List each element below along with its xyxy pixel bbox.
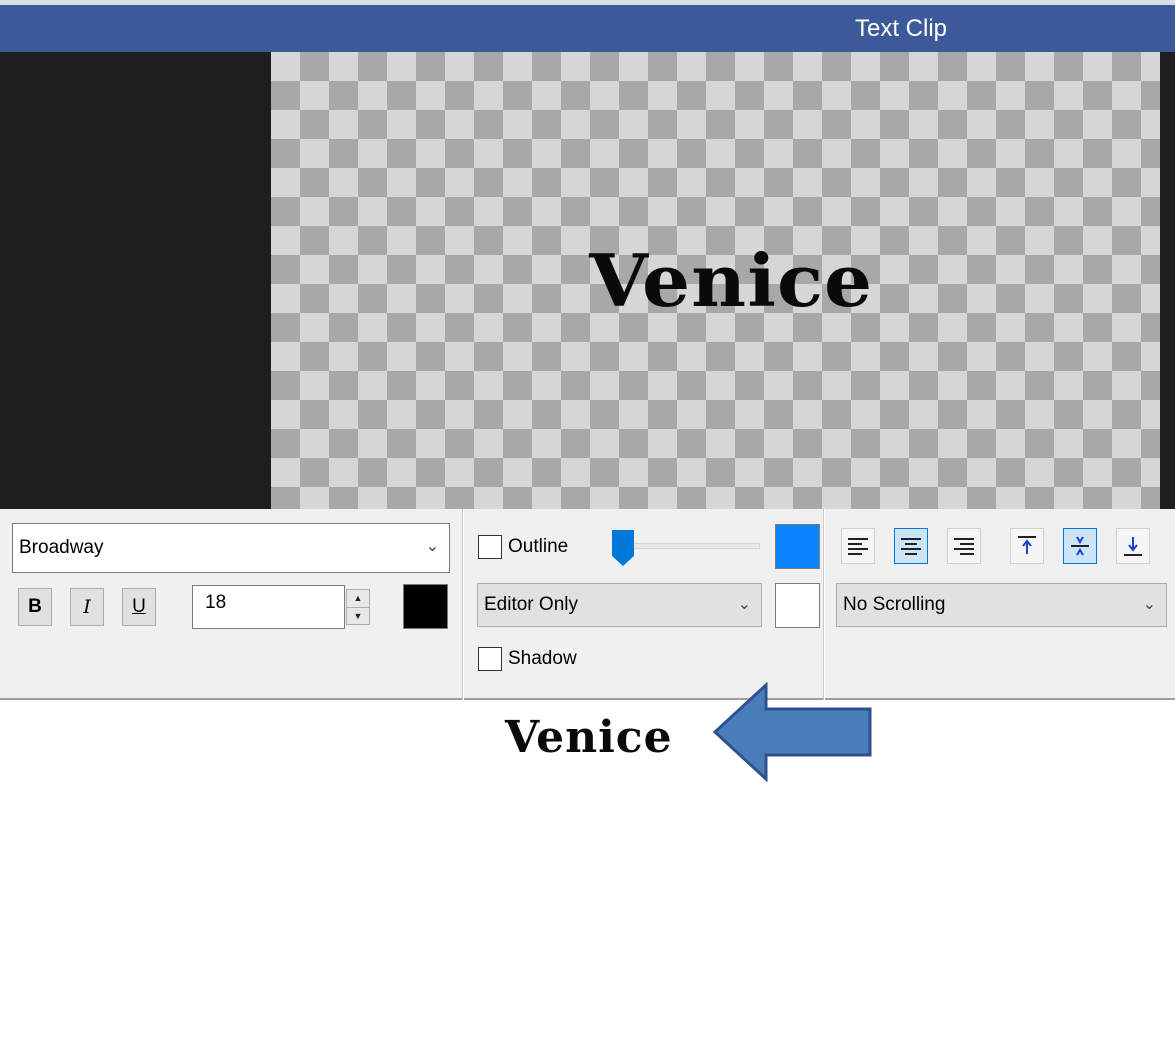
- display-mode-value: Editor Only: [484, 594, 578, 615]
- spin-up-icon[interactable]: ▲: [347, 590, 369, 607]
- chevron-down-icon: ⌄: [737, 596, 751, 613]
- shadow-checkbox[interactable]: [478, 647, 502, 671]
- font-size-spinner[interactable]: ▲ ▼: [346, 589, 370, 625]
- preview-border: [1160, 52, 1175, 509]
- scrolling-value: No Scrolling: [843, 594, 946, 615]
- toolbar-separator: [823, 509, 825, 700]
- chevron-down-icon: ⌄: [425, 538, 439, 555]
- align-middle-icon[interactable]: [1063, 528, 1097, 564]
- display-mode-dropdown[interactable]: Editor Only ⌄: [477, 583, 762, 627]
- outline-width-slider[interactable]: [612, 543, 760, 549]
- font-size-input[interactable]: 18: [192, 585, 345, 629]
- outline-color-swatch[interactable]: [775, 524, 820, 569]
- font-family-value: Broadway: [19, 537, 104, 558]
- italic-button[interactable]: I: [70, 588, 104, 626]
- toolbar-separator: [462, 509, 464, 700]
- bold-button[interactable]: B: [18, 588, 52, 626]
- chevron-down-icon: ⌄: [1142, 596, 1156, 613]
- preview-text[interactable]: Venice: [249, 52, 1175, 509]
- result-text: Venice: [505, 712, 673, 763]
- outline-checkbox[interactable]: [478, 535, 502, 559]
- scrolling-dropdown[interactable]: No Scrolling ⌄: [836, 583, 1167, 627]
- outline-label: Outline: [508, 536, 569, 557]
- align-bottom-icon[interactable]: [1116, 528, 1150, 564]
- align-center-icon[interactable]: [894, 528, 928, 564]
- align-top-icon[interactable]: [1010, 528, 1044, 564]
- title-bar: Text Clip: [0, 0, 1175, 52]
- shadow-checkbox-row[interactable]: Shadow: [478, 647, 577, 671]
- align-left-icon[interactable]: [841, 528, 875, 564]
- outline-checkbox-row[interactable]: Outline: [478, 535, 568, 559]
- underline-button[interactable]: U: [122, 588, 156, 626]
- shadow-color-swatch[interactable]: [775, 583, 820, 628]
- spin-down-icon[interactable]: ▼: [347, 607, 369, 624]
- shadow-label: Shadow: [508, 648, 577, 669]
- align-right-icon[interactable]: [947, 528, 981, 564]
- font-color-swatch[interactable]: [403, 584, 448, 629]
- text-toolbar: Broadway ⌄ B I U 18 ▲ ▼ Outline Editor O…: [0, 509, 1175, 700]
- transparency-canvas: Venice: [271, 52, 1160, 509]
- preview-area: Venice: [0, 52, 1175, 509]
- arrow-left-icon: [712, 682, 872, 782]
- font-family-dropdown[interactable]: Broadway ⌄: [12, 523, 450, 573]
- window-title: Text Clip: [855, 15, 948, 42]
- outline-slider-thumb[interactable]: [612, 530, 634, 566]
